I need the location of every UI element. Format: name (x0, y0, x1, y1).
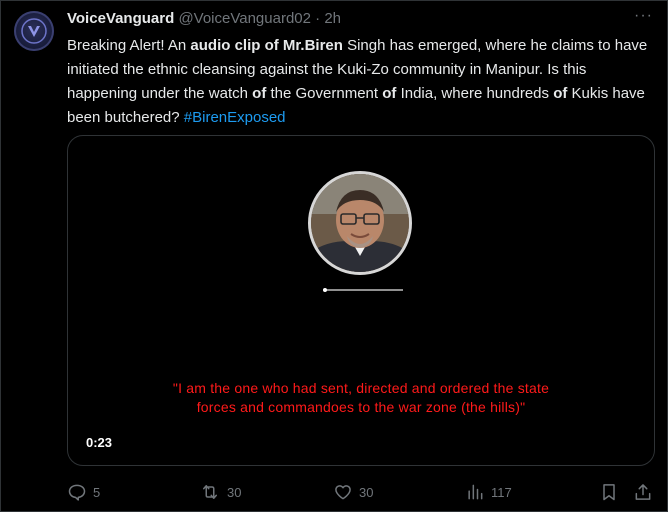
audio-caption: "I am the one who had sent, directed and… (68, 379, 654, 417)
bookmark-icon (603, 484, 615, 501)
time-separator: · (315, 10, 321, 27)
tweet-text-segment: Breaking Alert! An (67, 37, 191, 54)
retweet-count: 30 (227, 484, 242, 500)
like-count: 30 (359, 484, 374, 500)
verified-logo-icon (21, 18, 47, 44)
retweet-button[interactable]: 30 (199, 482, 241, 502)
tweet-text: Breaking Alert! An audio clip of Mr.Bire… (67, 34, 657, 130)
tweet-text-segment: audio clip of Mr.Biren (190, 37, 343, 54)
like-icon (335, 485, 351, 500)
view-count: 117 (491, 484, 512, 500)
post-time[interactable]: 2h (324, 10, 341, 27)
views-button[interactable]: 117 (465, 482, 512, 502)
audio-video-player[interactable]: "I am the one who had sent, directed and… (67, 135, 655, 466)
more-icon[interactable]: ··· (634, 7, 653, 25)
tweet-header: VoiceVanguard @VoiceVanguard02 · 2h (67, 10, 647, 30)
like-button[interactable]: 30 (333, 482, 373, 502)
share-button[interactable] (633, 482, 653, 502)
media-timecode: 0:23 (86, 435, 113, 450)
tweet-text-segment: of (382, 85, 397, 102)
audio-progress-bar[interactable] (323, 288, 403, 292)
hashtag-link[interactable]: #BirenExposed (184, 109, 286, 126)
share-icon (635, 484, 651, 500)
caption-line-2: forces and commandoes to the war zone (t… (196, 399, 526, 415)
action-bar: 5 30 30 117 (67, 482, 657, 504)
caption-line-1: "I am the one who had sent, directed and… (172, 380, 550, 396)
reply-count: 5 (93, 484, 101, 500)
author-handle[interactable]: @VoiceVanguard02 (178, 10, 311, 27)
tweet-text-segment: of (553, 85, 568, 102)
reply-button[interactable]: 5 (67, 482, 100, 502)
tweet-text-segment: the Government (266, 85, 383, 102)
tweet-text-segment: India, where hundreds (396, 85, 554, 102)
reply-icon (68, 484, 86, 501)
author-name[interactable]: VoiceVanguard (67, 10, 174, 27)
tweet-text-segment: of (252, 85, 267, 102)
speaker-portrait (308, 171, 412, 275)
views-icon (468, 484, 483, 500)
bookmark-button[interactable] (599, 482, 619, 502)
retweet-icon (203, 485, 217, 499)
author-avatar[interactable] (14, 11, 54, 51)
tweet-card[interactable]: VoiceVanguard @VoiceVanguard02 · 2h ··· … (0, 0, 668, 512)
